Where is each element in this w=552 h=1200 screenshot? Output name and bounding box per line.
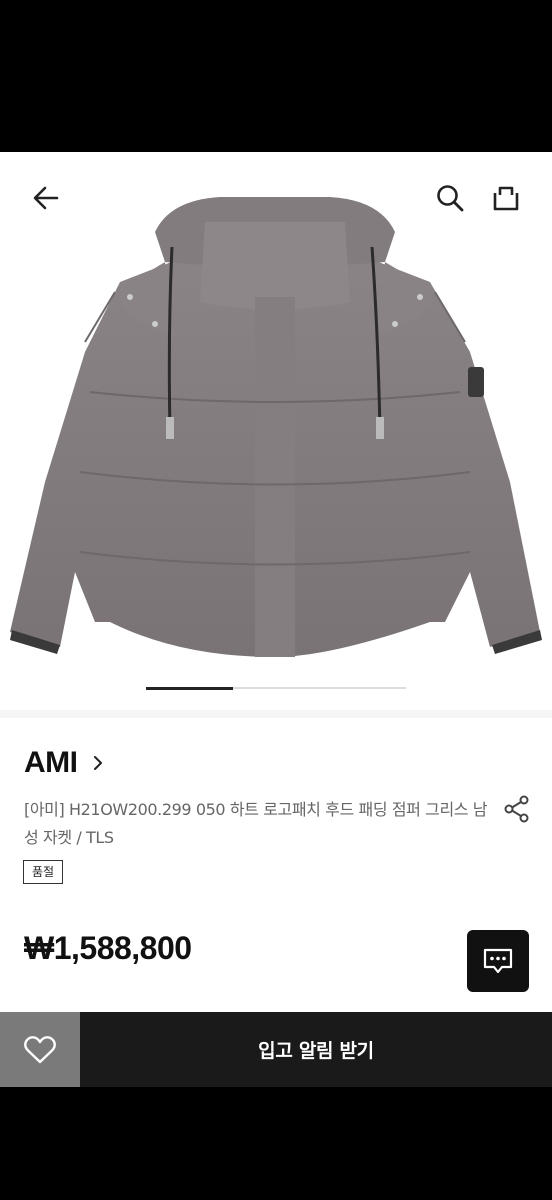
bottom-action-bar: 입고 알림 받기	[0, 1012, 552, 1087]
product-price: ₩1,588,800	[24, 930, 192, 966]
soldout-badge: 품절	[23, 860, 64, 884]
brand-link[interactable]: AMI	[24, 746, 104, 780]
back-button[interactable]	[26, 178, 66, 218]
brand-name: AMI	[24, 746, 78, 779]
gallery-pager	[146, 686, 406, 690]
gallery-pager-indicator	[146, 686, 233, 690]
heart-icon	[24, 1035, 56, 1063]
product-title: [아미] H21OW200.299 050 하트 로고패치 후드 패딩 점퍼 그…	[24, 800, 488, 847]
top-black-bar	[0, 0, 552, 152]
arrow-left-icon	[33, 186, 59, 210]
chevron-right-icon	[92, 755, 104, 771]
search-icon	[437, 185, 464, 212]
wishlist-button[interactable]	[0, 1012, 80, 1087]
product-gallery[interactable]	[0, 152, 552, 710]
cart-button[interactable]	[486, 178, 526, 218]
bottom-black-bar	[0, 1087, 552, 1200]
section-divider	[0, 710, 552, 718]
search-button[interactable]	[430, 178, 470, 218]
chat-button[interactable]	[467, 930, 529, 992]
share-button[interactable]	[500, 792, 534, 826]
product-detail-screen: AMI [아미] H21OW200.299 050 하트 로고패치 후드 패딩 …	[0, 152, 552, 1087]
chat-icon	[483, 948, 513, 974]
share-icon	[504, 795, 529, 823]
restock-alert-button[interactable]: 입고 알림 받기	[80, 1012, 552, 1087]
product-image	[10, 197, 542, 657]
shopping-bag-icon	[493, 186, 519, 211]
